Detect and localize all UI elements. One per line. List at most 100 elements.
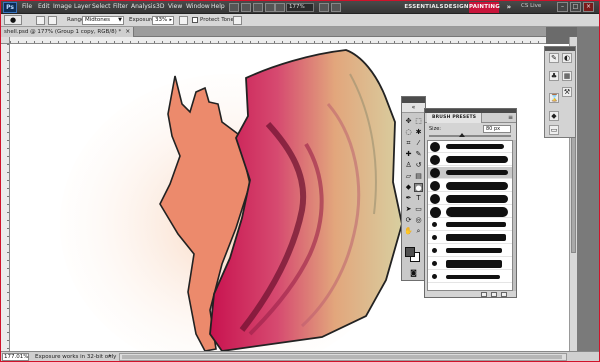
minimize-button[interactable]: –: [557, 2, 568, 12]
navigator-panel-icon[interactable]: ▭: [549, 125, 559, 135]
cs-live-button[interactable]: CS Live: [521, 3, 541, 9]
hand-tool-icon[interactable]: [265, 3, 275, 12]
status-menu-arrow-icon[interactable]: ▸: [109, 353, 112, 359]
quick-select-icon[interactable]: ✱: [414, 128, 423, 137]
dodge-icon[interactable]: ●: [414, 183, 423, 192]
brush-preset-item[interactable]: [428, 193, 512, 205]
menu-filter[interactable]: Filter: [113, 3, 128, 10]
history-brush-icon[interactable]: ↺: [414, 161, 423, 170]
brush-preset-item[interactable]: [428, 258, 512, 270]
size-field[interactable]: 80 px: [483, 125, 511, 133]
brush-list-scrollbar[interactable]: [513, 140, 516, 291]
more-workspaces-icon[interactable]: »: [503, 2, 515, 13]
close-tab-icon[interactable]: ×: [125, 27, 130, 37]
menu-help[interactable]: Help: [211, 3, 225, 10]
arrange-documents-icon[interactable]: [319, 3, 329, 12]
scroll-thumb[interactable]: [571, 133, 576, 253]
mini-bridge-icon[interactable]: [241, 3, 251, 12]
3d-orbit-icon[interactable]: ◎: [414, 216, 423, 225]
status-zoom-field[interactable]: 177.01%: [2, 353, 29, 361]
brush-preset-item[interactable]: [428, 154, 512, 166]
menu-view[interactable]: View: [168, 3, 182, 10]
horizontal-ruler[interactable]: [10, 37, 546, 44]
menu-window[interactable]: Window: [186, 3, 210, 10]
collapse-icon[interactable]: «: [402, 103, 425, 113]
quick-mask-icon[interactable]: ◙: [409, 269, 418, 278]
size-slider-knob[interactable]: [459, 133, 465, 137]
maximize-button[interactable]: □: [570, 2, 581, 12]
menu-file[interactable]: File: [22, 3, 32, 10]
brush-preset-item[interactable]: [428, 232, 512, 244]
hand-icon[interactable]: ✋: [404, 227, 413, 236]
eyedropper-icon[interactable]: ⁄: [414, 139, 423, 148]
view-extras-icon[interactable]: [253, 3, 263, 12]
close-button[interactable]: ×: [583, 2, 594, 12]
range-select[interactable]: Midtones ▼: [82, 16, 124, 25]
ruler-origin[interactable]: [1, 37, 10, 44]
size-slider[interactable]: [429, 135, 511, 137]
swatches-icon[interactable]: ▦: [562, 71, 572, 81]
menu-analysis[interactable]: Analysis: [131, 3, 156, 10]
clone-source-icon[interactable]: ♣: [549, 71, 559, 81]
exposure-field[interactable]: 33% ▸: [152, 16, 174, 25]
3d-rotate-icon[interactable]: ⟳: [404, 216, 413, 225]
spot-heal-icon[interactable]: ✚: [404, 150, 413, 159]
lasso-icon[interactable]: ◌: [404, 128, 413, 137]
menu-select[interactable]: Select: [92, 3, 111, 10]
shape-icon[interactable]: ▭: [414, 205, 423, 214]
foreground-color-swatch[interactable]: [405, 247, 415, 257]
protect-tones-checkbox[interactable]: [192, 17, 198, 23]
menu-edit[interactable]: Edit: [38, 3, 50, 10]
brush-panel-icon[interactable]: ✎: [549, 53, 559, 63]
brush-preset-picker-icon[interactable]: [36, 16, 45, 25]
blur-icon[interactable]: ◆: [404, 183, 413, 192]
crop-icon[interactable]: ⌗: [404, 139, 413, 148]
type-icon[interactable]: T: [414, 194, 423, 203]
workspace-essentials[interactable]: ESSENTIALS: [404, 2, 444, 13]
vertical-ruler[interactable]: [1, 44, 10, 351]
move-icon[interactable]: ✥: [404, 117, 413, 126]
brush-preset-list[interactable]: [427, 140, 513, 291]
gradient-icon[interactable]: ▤: [414, 172, 423, 181]
menu-layer[interactable]: Layer: [74, 3, 91, 10]
eraser-icon[interactable]: ▱: [404, 172, 413, 181]
brush-preset-item[interactable]: [428, 167, 512, 179]
brush-preset-item[interactable]: [428, 141, 512, 153]
tablet-pressure-icon[interactable]: [233, 16, 242, 25]
marquee-icon[interactable]: ⬚: [414, 117, 423, 126]
screen-mode-icon[interactable]: [331, 3, 341, 12]
clone-stamp-icon[interactable]: ♙: [404, 161, 413, 170]
brush-preset-item[interactable]: [428, 271, 512, 283]
tool-presets-icon[interactable]: ⚒: [562, 87, 572, 97]
brush-preset-item[interactable]: [428, 206, 512, 218]
toggle-brush-panel-icon[interactable]: [481, 292, 487, 297]
document-tab[interactable]: shell.psd @ 177% (Group 1 copy, RGB/8) *…: [1, 27, 135, 37]
menu-3d[interactable]: 3D: [156, 3, 164, 10]
pen-icon[interactable]: ✒: [404, 194, 413, 203]
zoom-icon[interactable]: ⌕: [414, 227, 423, 236]
menu-image[interactable]: Image: [53, 3, 72, 10]
workspace-painting[interactable]: PAINTING: [469, 2, 500, 13]
brush-preset-item[interactable]: [428, 245, 512, 257]
airbrush-icon[interactable]: [179, 16, 188, 25]
delete-preset-icon[interactable]: [501, 292, 507, 297]
dock-header[interactable]: [545, 47, 575, 51]
path-select-icon[interactable]: ➤: [404, 205, 413, 214]
workspace-design[interactable]: DESIGN: [444, 2, 468, 13]
dodge-tool-preset-icon[interactable]: ●: [4, 15, 22, 25]
zoom-tool-icon[interactable]: [275, 3, 285, 12]
brush-preset-item[interactable]: [428, 180, 512, 192]
panel-menu-icon[interactable]: ≡: [508, 114, 513, 121]
history-panel-icon[interactable]: ⌛: [549, 93, 559, 103]
layers-panel-icon[interactable]: ◆: [549, 111, 559, 121]
brush-icon[interactable]: ✎: [414, 150, 423, 159]
zoom-level-dropdown[interactable]: 177%: [286, 3, 314, 12]
horizontal-scrollbar[interactable]: [119, 353, 567, 361]
new-preset-icon[interactable]: [491, 292, 497, 297]
brush-preset-item[interactable]: [428, 219, 512, 231]
scroll-thumb[interactable]: [122, 355, 562, 359]
brush-presets-tab[interactable]: BRUSH PRESETS: [427, 113, 483, 123]
brush-panel-toggle-icon[interactable]: [48, 16, 57, 25]
color-panel-icon[interactable]: ◐: [562, 53, 572, 63]
bridge-icon[interactable]: [229, 3, 239, 12]
